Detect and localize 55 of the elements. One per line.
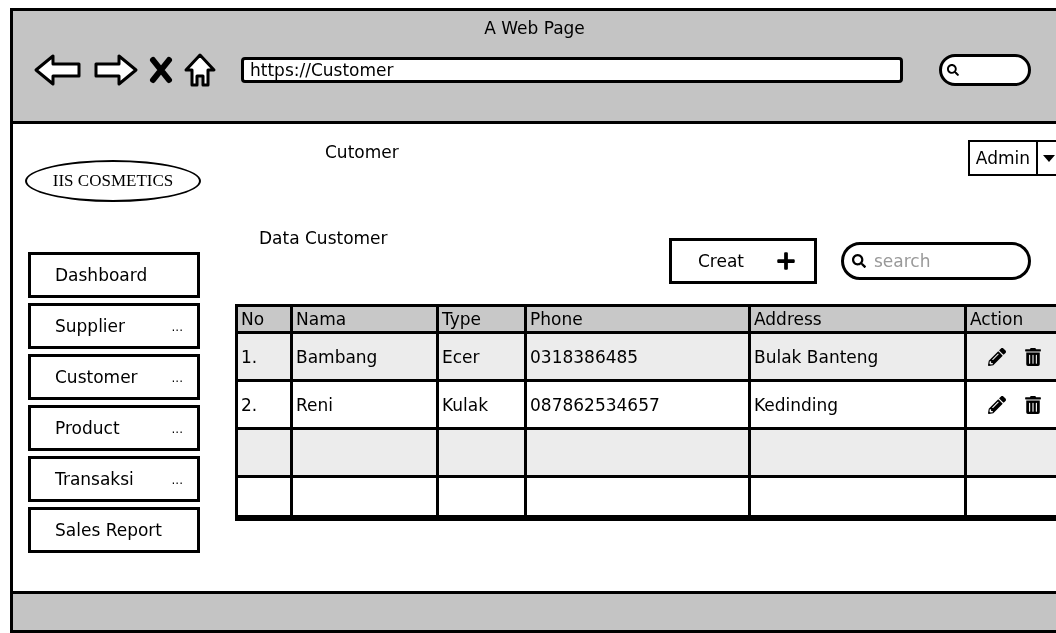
page-title: Cutomer bbox=[325, 142, 399, 162]
sidebar-item-label: Customer bbox=[55, 367, 138, 387]
sidebar-item[interactable]: Transaksi ... bbox=[28, 456, 200, 502]
plus-icon bbox=[776, 251, 796, 271]
table-cell: 2. bbox=[238, 382, 293, 430]
delete-icon[interactable] bbox=[1024, 395, 1042, 414]
sidebar-item-label: Dashboard bbox=[55, 265, 148, 285]
table-cell: Bambang bbox=[293, 334, 439, 382]
logo: IIS COSMETICS bbox=[25, 160, 201, 202]
sidebar-item[interactable]: Dashboard bbox=[28, 252, 200, 298]
edit-icon[interactable] bbox=[988, 395, 1006, 414]
create-button[interactable]: Creat bbox=[669, 238, 817, 284]
more-indicator: ... bbox=[171, 473, 183, 487]
sidebar-item-label: Supplier bbox=[55, 316, 126, 336]
sidebar-item-label: Transaksi bbox=[55, 469, 134, 489]
table-cell: Reni bbox=[293, 382, 439, 430]
section-title: Data Customer bbox=[259, 228, 389, 248]
table-cell: Ecer bbox=[439, 334, 527, 382]
user-name: Admin bbox=[969, 142, 1038, 174]
back-icon[interactable] bbox=[33, 53, 83, 87]
delete-icon[interactable] bbox=[1024, 347, 1042, 366]
column-header: Address bbox=[751, 307, 967, 334]
column-header: Nama bbox=[293, 307, 439, 334]
sidebar-item[interactable]: Customer ... bbox=[28, 354, 200, 400]
sidebar-item[interactable]: Supplier ... bbox=[28, 303, 200, 349]
sidebar-item-label: Product bbox=[55, 418, 120, 438]
more-indicator: ... bbox=[171, 422, 183, 436]
user-dropdown[interactable]: Admin bbox=[967, 140, 1056, 176]
table-cell: Bulak Banteng bbox=[751, 334, 967, 382]
forward-icon[interactable] bbox=[93, 53, 139, 87]
sidebar-item[interactable]: Sales Report bbox=[28, 507, 200, 553]
sidebar-item[interactable]: Product ... bbox=[28, 405, 200, 451]
search-field[interactable]: search bbox=[841, 242, 1031, 280]
close-icon[interactable] bbox=[149, 56, 173, 84]
more-indicator: ... bbox=[171, 371, 183, 385]
search-icon bbox=[852, 254, 866, 268]
column-header: Type bbox=[439, 307, 527, 334]
table-cell: Kedinding bbox=[751, 382, 967, 430]
search-icon bbox=[947, 64, 959, 76]
column-header: Phone bbox=[527, 307, 751, 334]
table-cell: 0318386485 bbox=[527, 334, 751, 382]
address-bar[interactable]: https://Customer bbox=[241, 57, 903, 83]
search-input[interactable]: search bbox=[872, 250, 1016, 272]
caret-icon bbox=[1042, 153, 1056, 163]
table-cell: Kulak bbox=[439, 382, 527, 430]
table-cell: 087862534657 bbox=[527, 382, 751, 430]
more-indicator: ... bbox=[171, 320, 183, 334]
edit-icon[interactable] bbox=[988, 347, 1006, 366]
column-header: Action bbox=[967, 307, 1056, 334]
sidebar-item-label: Sales Report bbox=[55, 520, 162, 540]
window-title: A Web Page bbox=[484, 18, 585, 38]
browser-search-field[interactable] bbox=[939, 54, 1031, 86]
table-cell: 1. bbox=[238, 334, 293, 382]
column-header: No bbox=[238, 307, 293, 334]
home-icon[interactable] bbox=[183, 52, 217, 88]
